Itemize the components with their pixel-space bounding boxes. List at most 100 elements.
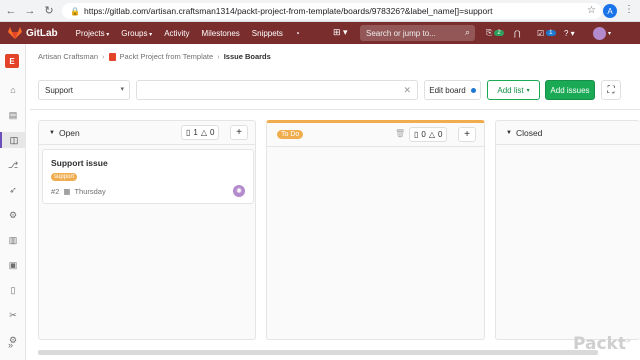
gitlab-logo-icon[interactable] [8,27,22,39]
list-title-text: Closed [515,127,543,138]
issue-label-badge[interactable]: support [51,173,78,181]
list-header: ▼ Open ▯ 1 △ 0 + [39,121,255,145]
repository-icon[interactable]: ▤ [0,107,26,123]
issue-count: 1 [193,128,198,137]
clear-filter-icon[interactable]: ✕ [403,85,411,96]
user-avatar [593,26,606,40]
edit-board-label: Edit board [429,85,466,95]
nav-milestones[interactable]: Milestones [202,29,240,38]
fullscreen-icon[interactable]: ⛶ [601,80,621,100]
issues-icon: ▯ [186,128,191,137]
collapse-sidebar-icon[interactable]: » [8,340,13,350]
issues-sidebar-icon[interactable]: ◫ [0,132,26,148]
board-name: Support [45,85,74,95]
nav-projects[interactable]: Projects [76,29,110,38]
edit-board-button[interactable]: Edit board [424,80,481,100]
collapse-triangle-icon[interactable]: ▼ [506,130,512,136]
bookmark-star-icon[interactable]: ☆ [587,5,596,16]
issue-number: #2 [51,187,60,196]
add-list-label: Add list [497,85,524,95]
list-title[interactable]: ▼ Closed [506,128,542,138]
breadcrumb: Artisan Craftsman › Packt Project from T… [38,52,271,61]
breadcrumb-separator-icon: › [102,52,105,61]
operations-icon[interactable]: ⚙ [0,207,26,223]
nav-activity[interactable]: Activity [164,29,189,38]
scope-indicator-dot [470,87,476,93]
add-issue-plus-button[interactable]: + [458,127,476,142]
horizontal-scrollbar[interactable] [38,350,598,355]
add-list-button[interactable]: Add list ▾ [487,80,540,100]
assignee-avatar[interactable]: ✺ [233,185,245,197]
board-list-todo: To Do 🗑 ▯ 0 △ 0 + [266,120,485,340]
app-name[interactable]: GitLab [26,28,58,39]
ci-cd-rocket-icon[interactable]: ➶ [0,182,26,198]
board-list-closed: ▼ Closed [495,120,640,340]
browser-profile-avatar[interactable]: A [603,4,617,18]
todos-button[interactable]: ☑ 1 [537,25,556,41]
breadcrumb-group[interactable]: Artisan Craftsman [38,52,98,61]
nav-snippets[interactable]: Snippets [252,29,283,38]
wiki-icon[interactable]: ▯ [0,282,26,298]
project-avatar[interactable]: E [5,54,19,68]
new-item-plus-icon[interactable]: ⊞ ▾ [333,27,348,38]
packt-watermark-logo: Packt> [573,334,632,354]
list-title[interactable]: ▼ Open [49,128,80,138]
weight-icon: △ [200,128,208,137]
mr-count-badge: 2 [494,30,504,36]
issue-title[interactable]: Support issue [51,158,108,168]
user-avatar-menu[interactable]: ▾ [593,25,611,41]
breadcrumb-project[interactable]: Packt Project from Template [120,52,214,61]
analytics-icon[interactable]: ▥ [0,232,26,248]
lock-icon: 🔒 [70,6,80,16]
issues-icon: ▯ [414,130,419,139]
weight-icon: △ [428,130,436,139]
performance-bar-icon[interactable]: ◔ [295,29,300,38]
gitlab-header: GitLab Projects Groups Activity Mileston… [0,22,640,44]
reload-icon[interactable]: ↻ [41,3,57,19]
browser-toolbar: ← → ↻ 🔒 https://gitlab.com/artisan.craft… [0,0,640,22]
snippets-scissors-icon[interactable]: ✂ [0,307,26,323]
add-issue-plus-button[interactable]: + [230,125,248,140]
top-nav: Projects Groups Activity Milestones Snip… [76,29,300,38]
issues-icon[interactable]: ⋂ [514,25,521,41]
board-filter-bar: Support ▾ ✕ Edit board Add list ▾ Add is… [30,70,640,110]
chevron-down-icon: ▾ [120,86,124,93]
list-header: To Do 🗑 ▯ 0 △ 0 + [267,123,484,147]
calendar-icon: ▦ [63,187,71,196]
issue-card[interactable]: Support issue support #2 ▦ Thursday ✺ [42,149,254,204]
back-icon[interactable]: ← [3,3,19,19]
issue-meta: #2 ▦ Thursday [51,187,106,196]
list-label-badge[interactable]: To Do [277,130,304,139]
breadcrumb-separator-icon: › [217,52,220,61]
project-sidebar: E ⌂ ▤ ◫ ⎇ ➶ ⚙ ▥ ▣ ▯ ✂ ⚙ [0,44,26,360]
weight-count: 0 [210,128,215,137]
help-icon[interactable]: ? ▾ [564,25,575,41]
browser-menu-icon[interactable]: ⋮ [624,4,634,15]
project-overview-icon[interactable]: ⌂ [0,82,26,98]
list-title-text: Open [58,127,80,138]
merge-requests-sidebar-icon[interactable]: ⎇ [0,157,26,173]
search-icon: ⌕ [464,27,470,37]
todo-check-icon: ☑ [537,28,545,38]
search-placeholder: Search or jump to... [366,28,436,38]
nav-groups[interactable]: Groups [121,29,152,38]
board-switcher-dropdown[interactable]: Support ▾ [38,80,130,100]
merge-request-icon: ⎘ [486,28,493,37]
delete-list-trash-icon[interactable]: 🗑 [395,129,405,138]
search-input[interactable]: Search or jump to... ⌕ [360,25,475,41]
filter-search-input[interactable]: ✕ [136,80,418,100]
packages-icon[interactable]: ▣ [0,257,26,273]
url-text: https://gitlab.com/artisan.craftsman1314… [84,6,493,16]
chevron-down-icon: ▾ [526,87,530,94]
chevron-down-icon: ▾ [608,30,612,37]
weight-count: 0 [438,130,443,139]
list-header: ▼ Closed [496,121,640,145]
add-issues-button[interactable]: Add issues [545,80,595,100]
issue-count-pill: ▯ 0 △ 0 [409,127,448,142]
collapse-triangle-icon[interactable]: ▼ [49,130,55,136]
merge-requests-button[interactable]: ⎘ 2 [486,25,504,41]
project-favicon-icon [108,52,116,61]
address-bar[interactable]: 🔒 https://gitlab.com/artisan.craftsman13… [62,3,602,19]
forward-icon[interactable]: → [22,3,38,19]
breadcrumb-current[interactable]: Issue Boards [224,52,271,61]
